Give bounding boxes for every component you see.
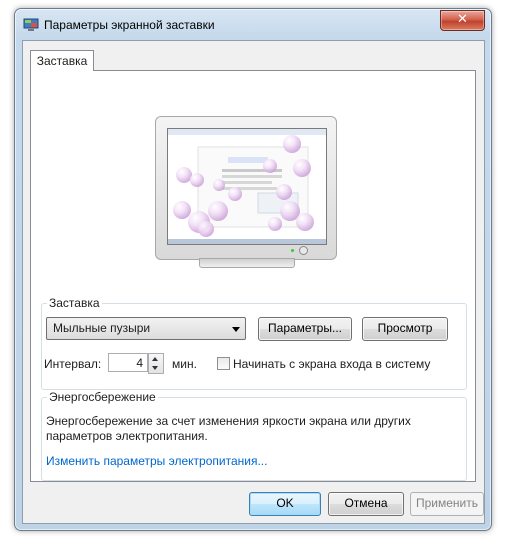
monitor-preview xyxy=(155,116,337,268)
power-group: Энергосбережение Энергосбережение за сче… xyxy=(41,390,467,481)
bubble xyxy=(213,179,225,191)
power-led xyxy=(291,249,294,252)
bubble xyxy=(263,159,277,173)
bubble xyxy=(293,159,311,177)
title-bar[interactable]: Параметры экранной заставки ✕ xyxy=(15,9,491,39)
close-icon: ✕ xyxy=(457,12,468,27)
bubble xyxy=(276,184,292,200)
logon-checkbox-label[interactable]: Начинать с экрана входа в систему xyxy=(233,357,430,371)
bubble xyxy=(190,173,204,187)
interval-spinner[interactable] xyxy=(148,353,164,374)
screensaver-settings-window: Параметры экранной заставки ✕ Заставка З… xyxy=(14,8,492,531)
dialog-client-area: Заставка Заставка Мыльные пузыри Парамет… xyxy=(22,40,485,524)
interval-input[interactable]: 4 xyxy=(108,353,148,372)
power-description-line2: параметров электропитания. xyxy=(46,429,208,443)
apply-button[interactable]: Применить xyxy=(410,492,484,516)
power-group-label: Энергосбережение xyxy=(47,390,158,404)
tab-screensaver[interactable]: Заставка xyxy=(30,50,94,71)
chevron-down-icon xyxy=(232,327,240,332)
interval-unit: мин. xyxy=(172,357,197,371)
settings-button[interactable]: Параметры... xyxy=(258,317,352,341)
bubble xyxy=(283,135,301,153)
bubble xyxy=(198,221,214,237)
cancel-button[interactable]: Отмена xyxy=(328,492,404,516)
monitor-power-button xyxy=(299,246,308,255)
close-button[interactable]: ✕ xyxy=(440,10,485,31)
bubble xyxy=(228,187,242,201)
bubble xyxy=(268,217,282,231)
logon-checkbox[interactable] xyxy=(217,357,230,370)
window-title: Параметры экранной заставки xyxy=(44,18,215,32)
tab-panel: Заставка Мыльные пузыри Параметры... Про… xyxy=(30,70,476,482)
arrow-up-icon[interactable] xyxy=(152,357,158,361)
monitor-stand xyxy=(199,258,295,268)
screensaver-select[interactable]: Мыльные пузыри xyxy=(46,317,246,340)
screensaver-group-label: Заставка xyxy=(47,296,102,310)
monitor-frame xyxy=(155,116,337,260)
arrow-down-icon[interactable] xyxy=(152,366,158,370)
power-settings-link[interactable]: Изменить параметры электропитания... xyxy=(46,454,267,468)
bubble xyxy=(208,201,228,221)
preview-button[interactable]: Просмотр xyxy=(362,317,448,341)
interval-label: Интервал: xyxy=(44,357,102,371)
preview-screen xyxy=(167,128,327,245)
bubble xyxy=(296,213,314,231)
display-icon xyxy=(23,18,39,31)
screensaver-group: Заставка Мыльные пузыри Параметры... Про… xyxy=(41,296,467,390)
screensaver-select-value: Мыльные пузыри xyxy=(53,321,151,335)
ok-button[interactable]: OK xyxy=(249,492,321,516)
power-description-line1: Энергосбережение за счет изменения яркос… xyxy=(46,414,411,428)
